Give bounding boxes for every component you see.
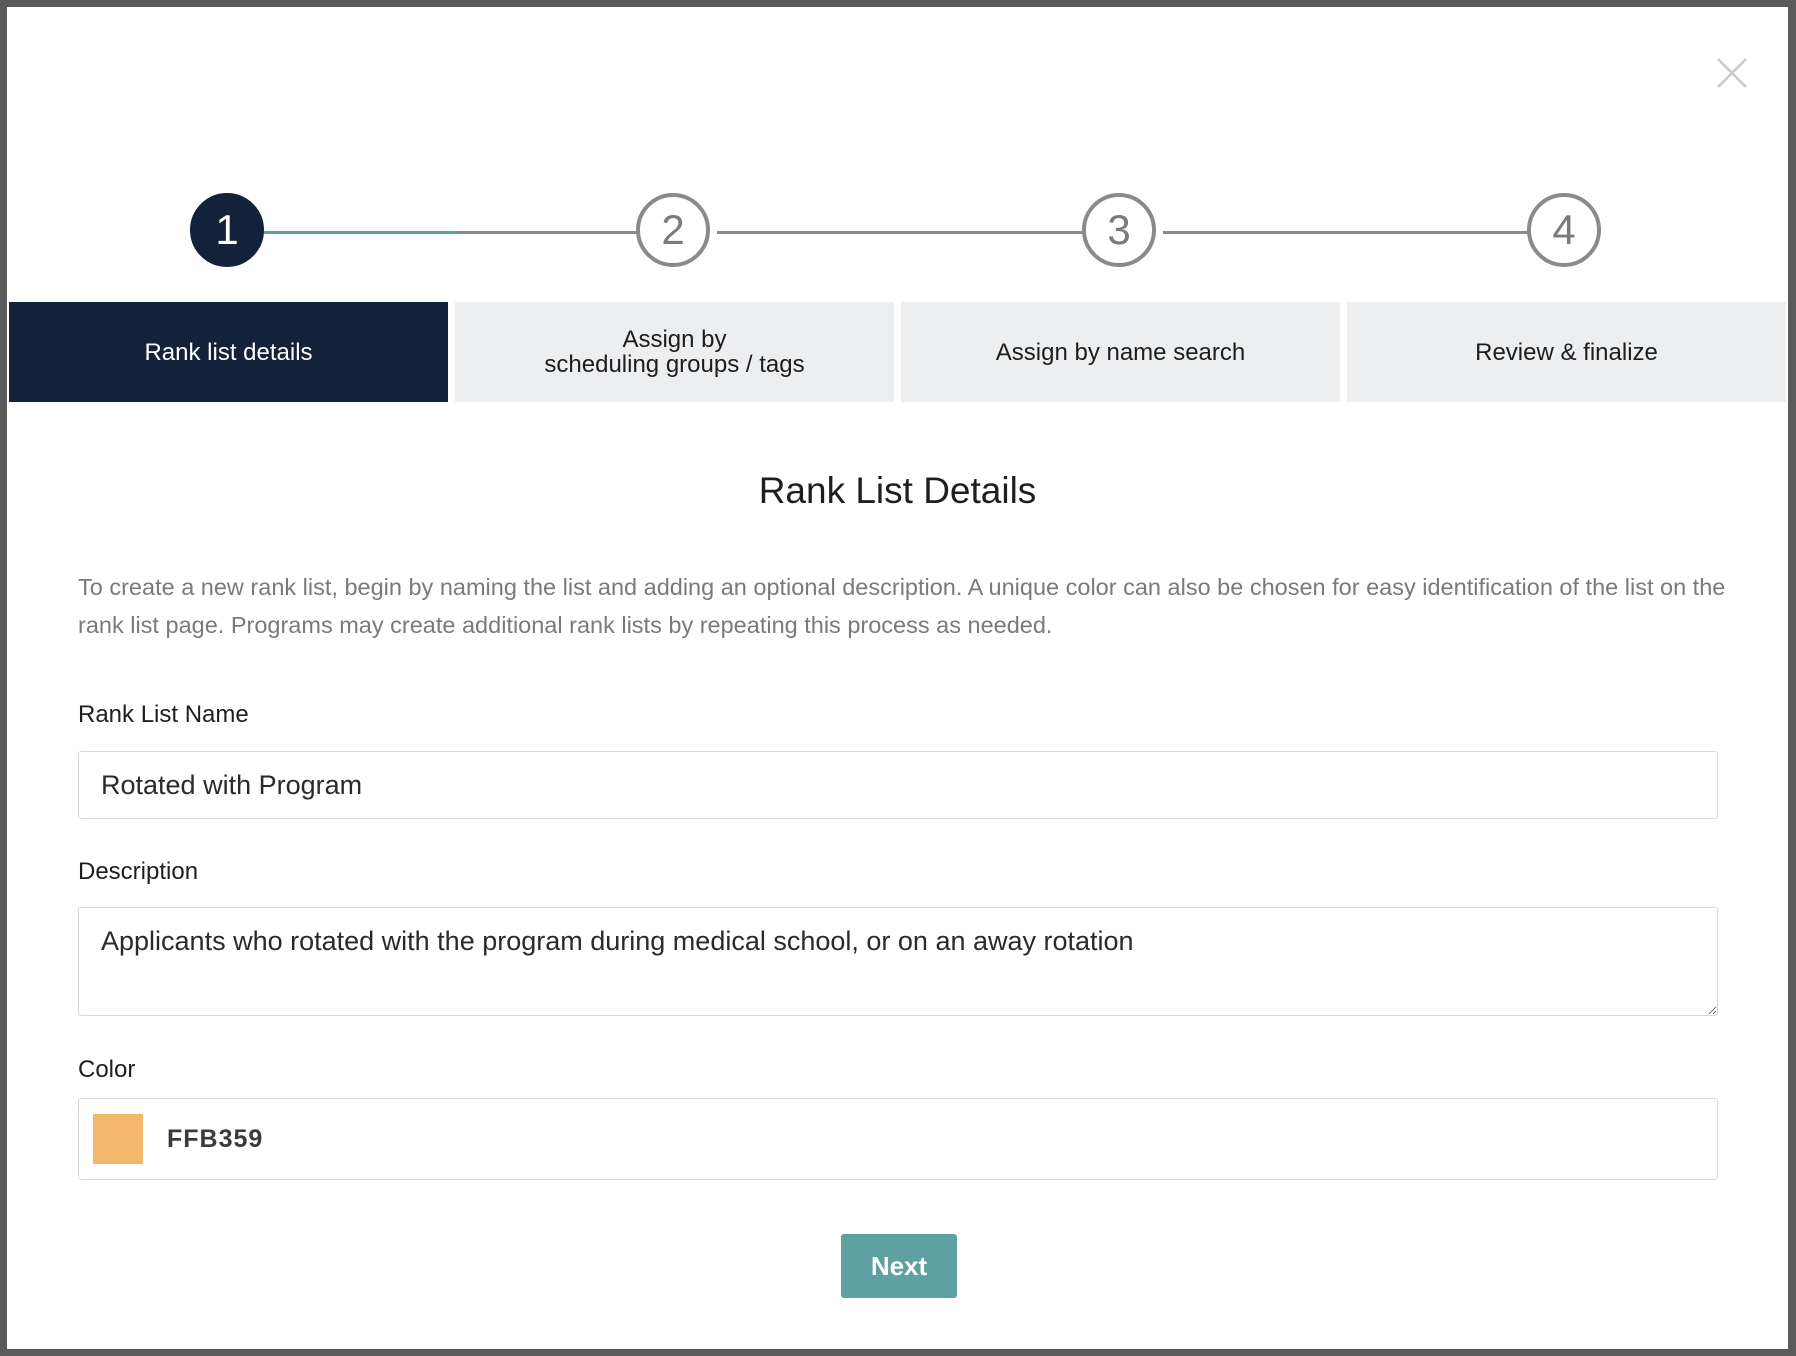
description-label: Description (78, 858, 199, 885)
color-label: Color (78, 1056, 136, 1083)
color-hex-input[interactable] (165, 1123, 1569, 1155)
close-icon (1717, 58, 1747, 88)
description-textarea[interactable]: Applicants who rotated with the program … (78, 907, 1718, 1016)
tab-label: Assign by name search (995, 338, 1246, 366)
rank-list-name-input[interactable] (78, 751, 1718, 819)
tab-label: Review & finalize (1475, 338, 1658, 366)
step-connector-2 (717, 231, 1091, 234)
step-tabs: Rank list details Assign by scheduling g… (9, 302, 1786, 402)
intro-text: To create a new rank list, begin by nami… (78, 574, 1726, 638)
tab-assign-by-groups[interactable]: Assign by scheduling groups / tags (455, 302, 894, 402)
step-connector-1-active (236, 231, 459, 234)
step-connector-3 (1163, 231, 1539, 234)
rank-list-name-label: Rank List Name (78, 701, 249, 728)
tab-label: Rank list details (144, 338, 313, 366)
step-circle-2[interactable]: 2 (636, 193, 710, 267)
stepper: 1 2 3 4 (7, 187, 1788, 277)
color-swatch[interactable] (93, 1114, 143, 1164)
step-circle-1[interactable]: 1 (190, 193, 264, 267)
color-field (78, 1098, 1718, 1180)
tab-assign-by-name[interactable]: Assign by name search (901, 302, 1340, 402)
next-button[interactable]: Next (841, 1234, 957, 1298)
step-circle-3[interactable]: 3 (1082, 193, 1156, 267)
page-title: Rank List Details (758, 470, 1037, 511)
tab-label: Assign by scheduling groups / tags (544, 326, 805, 378)
rank-list-modal: 1 2 3 4 Rank list details Assign by sche… (7, 7, 1788, 1349)
close-button[interactable] (1714, 55, 1750, 91)
step-circle-4[interactable]: 4 (1527, 193, 1601, 267)
tab-review-finalize[interactable]: Review & finalize (1347, 302, 1786, 402)
tab-rank-list-details[interactable]: Rank list details (9, 302, 448, 402)
